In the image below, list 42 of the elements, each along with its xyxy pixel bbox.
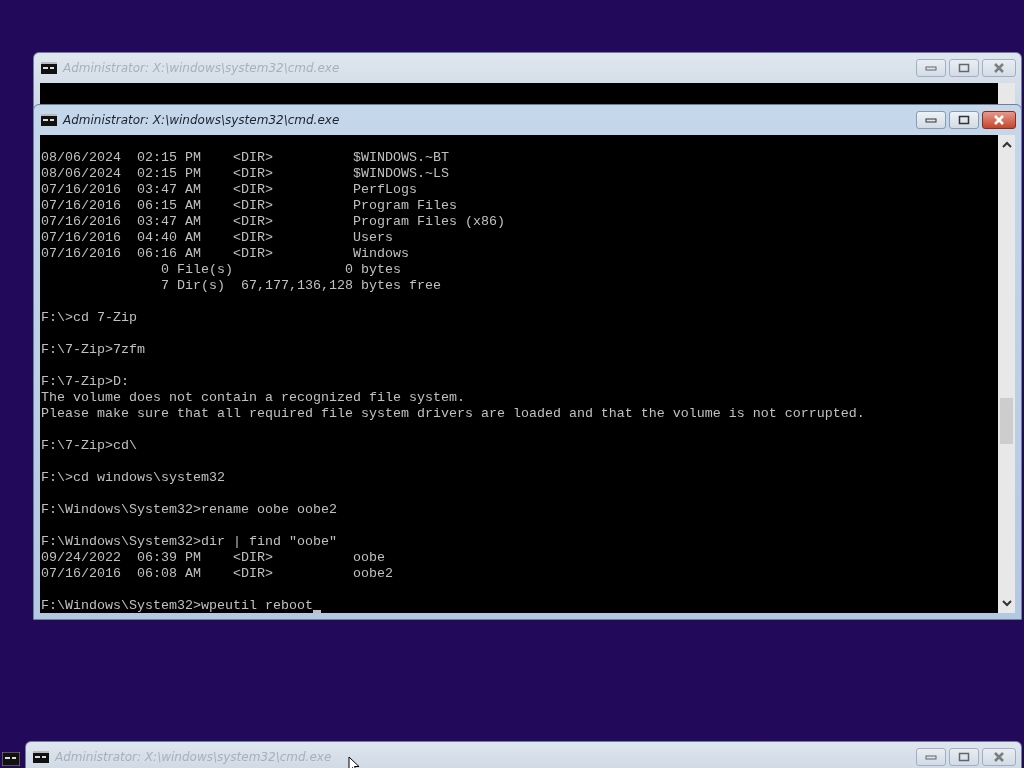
maximize-button[interactable] xyxy=(949,748,979,766)
console-line: 07/16/2016 06:08 AM <DIR> oobe2 xyxy=(41,566,393,582)
close-icon xyxy=(993,752,1005,762)
maximize-button[interactable] xyxy=(949,111,979,129)
console-icon xyxy=(41,62,57,74)
maximize-icon xyxy=(958,752,970,762)
scroll-thumb[interactable] xyxy=(1000,398,1013,444)
close-button[interactable] xyxy=(982,111,1016,129)
minimize-icon xyxy=(925,65,937,71)
console-icon xyxy=(33,751,49,763)
console-line: 09/24/2022 06:39 PM <DIR> oobe xyxy=(41,550,385,566)
minimize-icon xyxy=(925,754,937,760)
console-line: 07/16/2016 04:40 AM <DIR> Users xyxy=(41,230,393,246)
maximize-icon xyxy=(958,115,970,125)
console-line: F:\Windows\System32>wpeutil reboot xyxy=(41,598,313,613)
maximize-button[interactable] xyxy=(949,59,979,77)
console-line: F:\7-Zip>7zfm xyxy=(41,342,145,358)
console-line: 7 Dir(s) 67,177,136,128 bytes free xyxy=(159,278,441,294)
console-line: 08/06/2024 02:15 PM <DIR> $WINDOWS.~LS xyxy=(41,166,449,182)
console-line: F:\Windows\System32>dir | find "oobe" xyxy=(41,534,337,550)
minimize-icon xyxy=(925,117,937,123)
scroll-down-icon[interactable] xyxy=(1001,600,1012,607)
close-icon xyxy=(993,63,1005,73)
console-line: F:\7-Zip>D: xyxy=(41,374,129,390)
console-line: 0 File(s) 0 bytes xyxy=(159,262,401,278)
window-title: Administrator: X:\windows\system32\cmd.exe xyxy=(63,113,340,127)
console-icon[interactable] xyxy=(2,752,20,766)
close-icon xyxy=(993,115,1005,125)
console-line: 07/16/2016 03:47 AM <DIR> PerfLogs xyxy=(41,182,417,198)
console-line: 07/16/2016 06:15 AM <DIR> Program Files xyxy=(41,198,457,214)
console-line: F:\7-Zip>cd\ xyxy=(41,438,137,454)
console-line: 08/06/2024 02:15 PM <DIR> $WINDOWS.~BT xyxy=(41,150,449,166)
console-line: F:\Windows\System32>rename oobe oobe2 xyxy=(41,502,337,518)
console-icon xyxy=(41,114,57,126)
console-line: F:\>cd 7-Zip xyxy=(41,310,137,326)
scroll-up-icon[interactable] xyxy=(1001,141,1012,148)
console-line: The volume does not contain a recognized file system. xyxy=(41,390,465,406)
console-line: F:\>cd windows\system32 xyxy=(41,470,225,486)
maximize-icon xyxy=(958,63,970,73)
console-line: Please make sure that all required file system drivers are loaded and that the volume is not corrupted. xyxy=(41,406,865,422)
console-line: 07/16/2016 06:16 AM <DIR> Windows xyxy=(41,246,409,262)
console-line: 07/16/2016 03:47 AM <DIR> Program Files (x86) xyxy=(41,214,505,230)
